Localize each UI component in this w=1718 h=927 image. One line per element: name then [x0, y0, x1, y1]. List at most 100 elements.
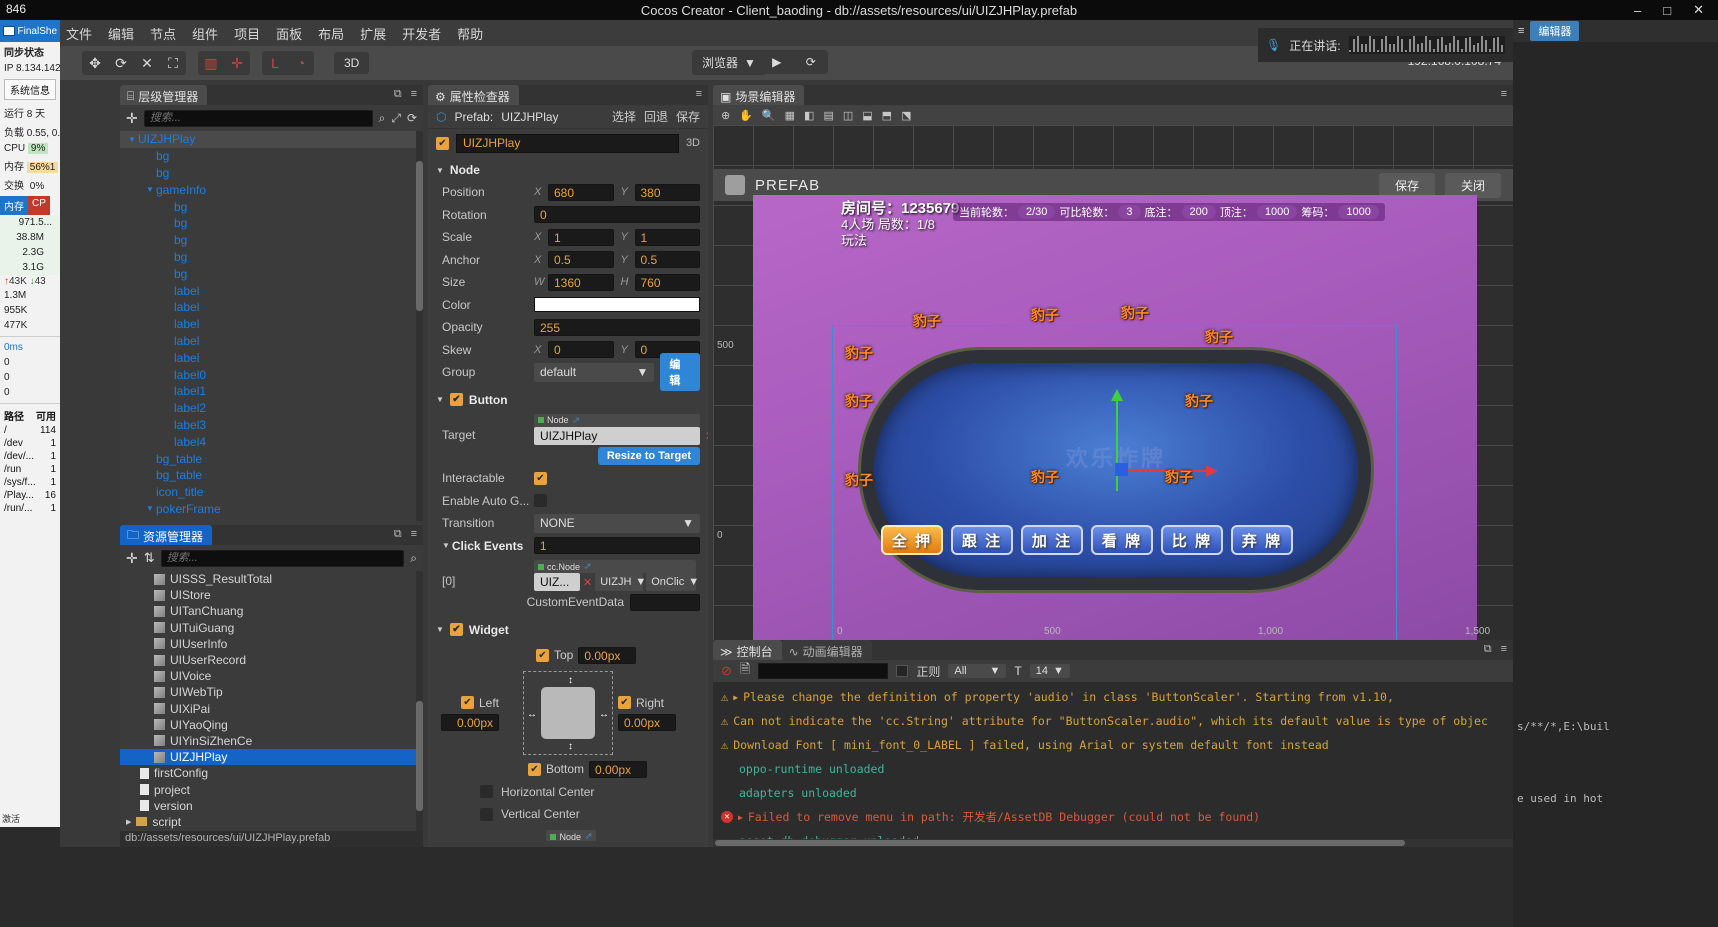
widget-top-input[interactable]: 0.00px	[578, 647, 636, 664]
transition-dropdown[interactable]: NONE ▼	[534, 514, 700, 533]
prefab-save-button[interactable]: 保存	[1379, 173, 1435, 198]
widget-left-input[interactable]: 0.00px	[441, 714, 499, 731]
section-button[interactable]: ▼ ✔ Button	[428, 389, 708, 411]
console-hscrollbar[interactable]	[713, 839, 1513, 847]
field-vertical-center[interactable]: Vertical Center	[428, 803, 708, 826]
hierarchy-node-bg[interactable]: bg	[120, 249, 423, 266]
hierarchy-node-bg[interactable]: bg	[120, 148, 423, 165]
hierarchy-node-label3[interactable]: label3	[120, 417, 423, 434]
window-controls[interactable]: – □ ✕	[1634, 0, 1714, 20]
play-controls[interactable]: ▶ ⟳	[760, 50, 828, 74]
prefab-save-button[interactable]: 保存	[676, 108, 700, 125]
console-tab-tools[interactable]: ⧉ ≡	[1484, 643, 1507, 656]
gizmo-x-axis[interactable]	[1116, 470, 1208, 472]
anchor-y-input[interactable]: 0.5	[635, 251, 701, 268]
rect-tool-icon[interactable]: ⛶	[160, 51, 186, 75]
game-button-4[interactable]: 比 牌	[1161, 525, 1223, 555]
console-line-4[interactable]: adapters unloaded	[713, 781, 1513, 805]
field-group[interactable]: Group default ▼ 编辑	[428, 361, 708, 384]
menu-item-1[interactable]: 编辑	[108, 24, 134, 43]
hierarchy-node-label1[interactable]: label1	[120, 383, 423, 400]
chevron-down-icon[interactable]: ▼	[436, 166, 444, 175]
rotate-tool-icon[interactable]: ⟳	[108, 51, 134, 75]
asset-item-version[interactable]: version	[120, 798, 423, 814]
hierarchy-node-label[interactable]: label	[120, 333, 423, 350]
asset-item-UIVoice[interactable]: UIVoice	[120, 668, 423, 684]
field-rotation[interactable]: Rotation 0	[428, 204, 708, 227]
scene-tab-tools[interactable]: ≡	[1501, 88, 1507, 100]
widget-bottom-checkbox[interactable]: ✔	[528, 763, 541, 776]
assets-search-input[interactable]	[161, 550, 405, 567]
assets-toolbar[interactable]: ✛ ⇅ ⌕	[120, 545, 423, 571]
sort-icon[interactable]: ⇅	[144, 550, 155, 566]
menu-item-4[interactable]: 项目	[234, 24, 260, 43]
position-y-input[interactable]: 380	[635, 184, 701, 201]
maximize-icon[interactable]: □	[1663, 3, 1671, 18]
rotation-input[interactable]: 0	[534, 206, 700, 223]
hierarchy-search-input[interactable]	[144, 110, 373, 127]
asset-item-UIYinSiZhenCe[interactable]: UIYinSiZhenCe	[120, 733, 423, 749]
menu-icon[interactable]: ≡	[411, 88, 417, 101]
hierarchy-node-label[interactable]: label	[120, 316, 423, 333]
field-size[interactable]: Size W 1360 H 760	[428, 271, 708, 294]
refresh-icon[interactable]: ⟳	[806, 55, 816, 69]
refresh-icon[interactable]: ⟳	[407, 111, 417, 125]
search-icon[interactable]: ⌕	[410, 551, 417, 566]
scene-tool-6-icon[interactable]: ◫	[843, 109, 853, 122]
game-button-5[interactable]: 弃 牌	[1231, 525, 1293, 555]
field-horizontal-center[interactable]: Horizontal Center	[428, 781, 708, 804]
hierarchy-node-bg[interactable]: bg	[120, 265, 423, 282]
widget-top-row[interactable]: ✔ Top 0.00px	[536, 647, 636, 664]
hierarchy-tab-tools[interactable]: ⧉ ≡	[394, 88, 417, 101]
field-click-event-0[interactable]: [0] cc.Node⇗ UIZ... ✕ UIZJH ▼ OnClic	[428, 557, 708, 591]
size-h-input[interactable]: 760	[635, 274, 701, 291]
mode-3d-button[interactable]: 3D	[334, 52, 369, 74]
scene-tool-3-icon[interactable]: ▦	[785, 109, 795, 122]
console-line-5[interactable]: ✕▶Failed to remove menu in path: 开发者/Ass…	[713, 805, 1513, 829]
field-color[interactable]: Color	[428, 294, 708, 317]
widget-alignment-editor[interactable]: ✔ Top 0.00px ↕ ↕ ↔ ↔ ✔ Left 0.00px	[428, 641, 708, 781]
widget-right-input[interactable]: 0.00px	[618, 714, 676, 731]
scale-tool-icon[interactable]: ✕	[134, 51, 160, 75]
node-enabled-checkbox[interactable]: ✔	[436, 137, 449, 150]
scene-viewport[interactable]: PREFAB 保存 关闭 房间号：1235679 4人场 局数：1/8 玩法 当…	[713, 125, 1513, 657]
auto-gray-checkbox[interactable]	[534, 494, 547, 507]
chevron-down-icon[interactable]: ▼	[442, 541, 452, 550]
transform-tools[interactable]: ✥ ⟳ ✕ ⛶	[82, 51, 186, 75]
hierarchy-scrollbar[interactable]	[416, 131, 423, 521]
menu-item-0[interactable]: 文件	[66, 24, 92, 43]
console-hscroll-thumb[interactable]	[715, 840, 1405, 846]
field-button-target[interactable]: Target Node⇗ UIZJHPlay ✕	[428, 411, 708, 445]
move-tool-icon[interactable]: ✥	[82, 51, 108, 75]
expand-icon[interactable]: ⤢	[391, 111, 401, 126]
event-handler-dropdown[interactable]: OnClic ▼	[646, 573, 696, 591]
inspector-body[interactable]: ⬡ Prefab: UIZJHPlay 选择 回退 保存 ✔ 3D ▼ Node…	[428, 105, 708, 841]
event-clear-icon[interactable]: ✕	[583, 576, 592, 589]
console-line-1[interactable]: ⚠Can not indicate the 'cc.String' attrib…	[713, 709, 1513, 733]
widget-right-group[interactable]: ✔ Right 0.00px	[618, 696, 676, 731]
asset-item-script[interactable]: ▶script	[120, 814, 423, 830]
field-widget-target[interactable]: Node⇗	[428, 826, 708, 842]
chevron-right-icon[interactable]: ▶	[126, 818, 131, 826]
align-icon[interactable]: ▥	[198, 51, 224, 75]
section-widget[interactable]: ▼ ✔ Widget	[428, 619, 708, 641]
scene-tool-0-icon[interactable]: ⊕	[721, 109, 730, 122]
game-button-3[interactable]: 看 牌	[1091, 525, 1153, 555]
field-resize[interactable]: Resize to Target	[428, 445, 708, 468]
tab-cpu[interactable]: CP	[28, 196, 50, 215]
hierarchy-scroll-thumb[interactable]	[416, 161, 423, 311]
scene-tool-8-icon[interactable]: ⬒	[882, 109, 892, 122]
hierarchy-node-label0[interactable]: label0	[120, 366, 423, 383]
interactable-checkbox[interactable]: ✔	[534, 472, 547, 485]
tab-scene[interactable]: ▣ 场景编辑器	[713, 85, 804, 105]
hierarchy-node-bg_table[interactable]: bg_table	[120, 467, 423, 484]
popout-icon[interactable]: ⧉	[394, 88, 402, 101]
widget-left-group[interactable]: ✔ Left 0.00px	[441, 696, 499, 731]
asset-item-UIStore[interactable]: UIStore	[120, 587, 423, 603]
hierarchy-node-label[interactable]: label	[120, 349, 423, 366]
assets-tab-tools[interactable]: ⧉ ≡	[394, 528, 417, 541]
scene-tool-2-icon[interactable]: 🔍	[762, 109, 776, 122]
finalshell-tabs[interactable]: 内存 CP	[0, 196, 60, 215]
background-window-toolbar[interactable]: ≡ 编辑器	[1513, 20, 1718, 42]
scale-y-input[interactable]: 1	[635, 229, 701, 246]
